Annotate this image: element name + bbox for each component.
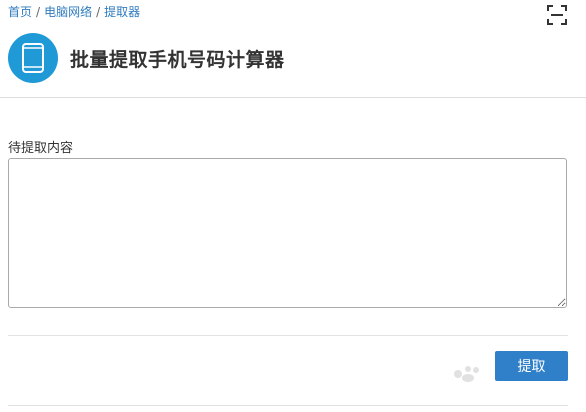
page-title: 批量提取手机号码计算器 (70, 48, 285, 71)
breadcrumb-separator: / (36, 4, 41, 19)
breadcrumb-current-link[interactable]: 提取器 (104, 3, 140, 20)
breadcrumb-separator: / (96, 4, 101, 19)
footer-divider (8, 405, 568, 406)
breadcrumb-category-link[interactable]: 电脑网络 (44, 3, 92, 20)
form-divider (8, 335, 568, 336)
scan-icon[interactable] (546, 4, 568, 26)
page-header: 批量提取手机号码计算器 (8, 32, 586, 84)
extract-button[interactable]: 提取 (495, 351, 568, 381)
content-label: 待提取内容 (8, 141, 74, 156)
tablet-icon (8, 33, 58, 83)
baidu-watermark-logo (448, 355, 490, 389)
breadcrumb-home-link[interactable]: 首页 (8, 3, 32, 20)
header-divider (0, 97, 586, 98)
content-input[interactable] (8, 158, 567, 308)
breadcrumb: 首页 / 电脑网络 / 提取器 (8, 3, 140, 20)
